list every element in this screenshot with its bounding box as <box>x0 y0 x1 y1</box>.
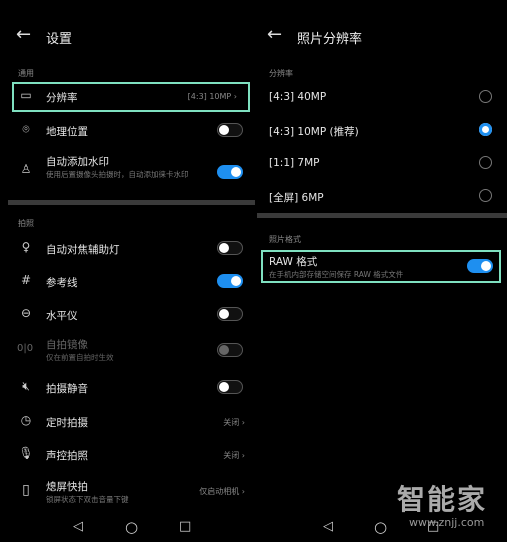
chevron-right-icon: › <box>241 451 245 460</box>
section-label-photo: 拍照 <box>18 219 34 228</box>
bulb-icon: ♀ <box>21 240 31 254</box>
radio-40mp[interactable] <box>479 90 492 103</box>
section-label-resolution: 分辨率 <box>269 69 293 78</box>
resolution-panel: ← 照片分辨率 分辨率 [4:3] 40MP [4:3] 10MP (推荐) [… <box>257 0 507 542</box>
section-label-format: 照片格式 <box>269 235 301 244</box>
microphone-icon: 🎙︎ <box>18 446 34 460</box>
location-pin-icon: ⌾ <box>22 122 30 136</box>
aspect-ratio-icon: ▭ <box>20 88 32 102</box>
resolution-label: 分辨率 <box>46 92 78 104</box>
divider <box>8 200 255 205</box>
ultra-snapshot-label[interactable]: 熄屏快拍 <box>46 479 88 494</box>
nav-back-icon[interactable]: ◁ <box>73 519 83 534</box>
mirror-sub: 仅在前置自拍时生效 <box>46 353 114 362</box>
resolution-value: [4:3] 10MP › <box>187 92 237 101</box>
mirror-label: 自拍镜像 <box>46 339 88 351</box>
voice-label[interactable]: 声控拍照 <box>46 448 88 463</box>
radio-7mp[interactable] <box>479 156 492 169</box>
option-7mp[interactable]: [1:1] 7MP <box>269 157 320 169</box>
timer-label[interactable]: 定时拍摄 <box>46 415 88 430</box>
raw-sub: 在手机内部存储空间保存 RAW 格式文件 <box>269 270 404 279</box>
section-label-general: 通用 <box>18 69 34 78</box>
level-toggle[interactable] <box>217 307 243 321</box>
mute-icon: 🔇︎ <box>22 379 30 393</box>
radio-6mp[interactable] <box>479 189 492 202</box>
gridlines-label: 参考线 <box>46 277 78 289</box>
ultra-snapshot-value[interactable]: 仅启动相机 › <box>199 486 245 497</box>
stamp-icon: ♙ <box>20 162 32 176</box>
voice-value[interactable]: 关闭 › <box>223 450 245 461</box>
af-assist-label: 自动对焦辅助灯 <box>46 244 120 256</box>
watermark-url: www.znjj.com <box>409 516 485 529</box>
af-assist-toggle[interactable] <box>217 241 243 255</box>
option-10mp[interactable]: [4:3] 10MP (推荐) <box>269 124 359 139</box>
nav-recent-icon[interactable]: □ <box>179 519 191 534</box>
divider <box>257 213 507 218</box>
level-icon: ⊖ <box>20 306 32 320</box>
watermark-toggle[interactable] <box>217 165 243 179</box>
chevron-right-icon: › <box>241 418 245 427</box>
back-arrow-icon[interactable]: ← <box>16 24 31 45</box>
raw-toggle[interactable] <box>467 259 493 273</box>
nav-home-icon[interactable]: ○ <box>125 518 138 536</box>
mirror-toggle <box>217 343 243 357</box>
mirror-icon: 0|0 <box>17 343 34 354</box>
location-label: 地理位置 <box>46 126 88 138</box>
chevron-right-icon: › <box>233 92 237 101</box>
back-arrow-icon[interactable]: ← <box>267 24 282 45</box>
watermark-label: 自动添加水印 <box>46 156 109 168</box>
level-label: 水平仪 <box>46 310 78 322</box>
watermark-sub: 使用后置摄像头拍摄时，自动添加徕卡水印 <box>46 170 189 179</box>
chevron-right-icon: › <box>241 487 245 496</box>
grid-icon: # <box>20 273 32 287</box>
nav-home-icon[interactable]: ○ <box>374 518 387 536</box>
timer-value[interactable]: 关闭 › <box>223 417 245 428</box>
settings-panel: ← 设置 通用 ▭ 分辨率 [4:3] 10MP › ⌾ 地理位置 ♙ 自动添加… <box>0 0 255 542</box>
location-toggle[interactable] <box>217 123 243 137</box>
watermark-logo: 智能家 <box>397 483 488 516</box>
mute-toggle[interactable] <box>217 380 243 394</box>
ultra-snapshot-sub: 锁屏状态下双击音量下键 <box>46 495 129 504</box>
radio-10mp[interactable] <box>479 123 492 136</box>
timer-icon: ◷ <box>20 413 32 427</box>
option-6mp[interactable]: [全屏] 6MP <box>269 190 324 205</box>
nav-back-icon[interactable]: ◁ <box>323 519 333 534</box>
page-title: 照片分辨率 <box>297 32 363 47</box>
gridlines-toggle[interactable] <box>217 274 243 288</box>
page-title: 设置 <box>46 32 73 47</box>
raw-label: RAW 格式 <box>269 256 318 268</box>
phone-side-icon: ▯ <box>22 482 30 498</box>
option-40mp[interactable]: [4:3] 40MP <box>269 91 326 103</box>
mute-label: 拍摄静音 <box>46 383 88 395</box>
